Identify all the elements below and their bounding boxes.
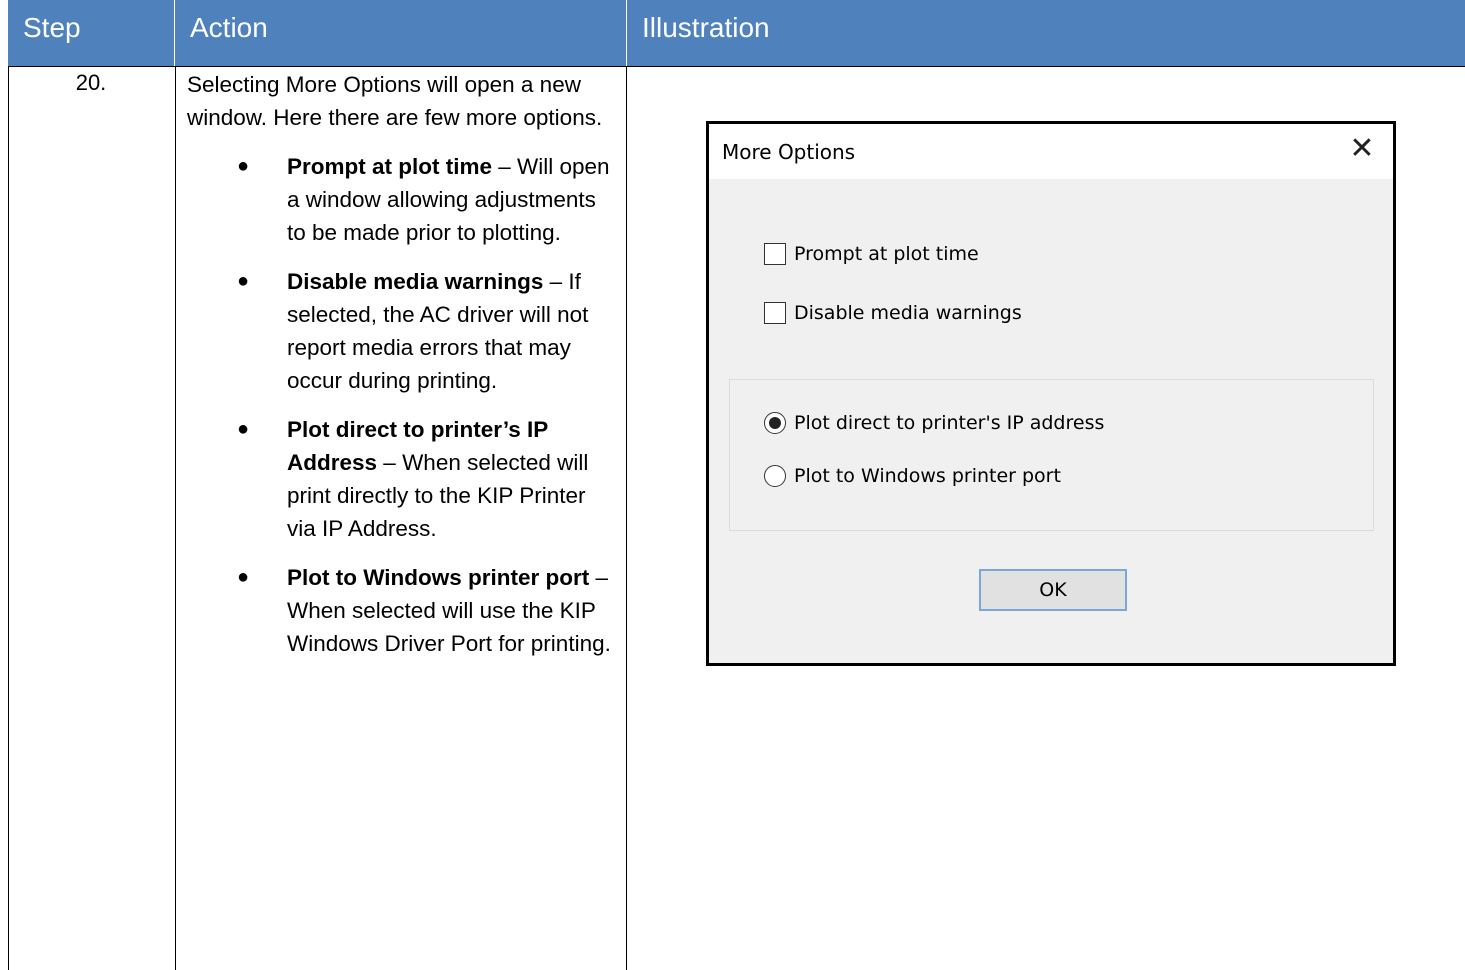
close-icon[interactable]: ✕ xyxy=(1349,134,1375,164)
prompt-checkbox-label: Prompt at plot time xyxy=(794,243,979,265)
list-item: ● Plot direct to printer’s IP Address – … xyxy=(187,413,617,545)
bullet-icon: ● xyxy=(237,155,250,177)
prompt-checkbox[interactable] xyxy=(764,243,786,265)
media-warnings-checkbox[interactable] xyxy=(764,302,786,324)
list-item: ● Prompt at plot time – Will open a wind… xyxy=(187,150,617,249)
plot-windows-port-label: Plot to Windows printer port xyxy=(794,465,1061,487)
bullet-icon: ● xyxy=(237,418,250,440)
header-divider xyxy=(626,0,627,66)
plot-direct-ip-radio[interactable] xyxy=(764,412,786,434)
option-list: ● Prompt at plot time – Will open a wind… xyxy=(187,150,617,660)
table-border-left xyxy=(8,66,9,970)
dialog-title: More Options xyxy=(722,140,856,164)
list-item: ● Disable media warnings – If selected, … xyxy=(187,265,617,397)
table-divider-step xyxy=(175,66,176,970)
table-header: Step Action Illustration xyxy=(8,0,1465,66)
media-warnings-label: Disable media warnings xyxy=(794,302,1022,324)
header-action: Action xyxy=(190,12,268,43)
list-item: ● Plot to Windows printer port – When se… xyxy=(187,561,617,660)
table-divider-action xyxy=(626,66,627,970)
disable-media-warnings-option[interactable]: Disable media warnings xyxy=(764,301,1022,325)
dialog-title-bar: More Options ✕ xyxy=(709,124,1393,179)
step-number: 20. xyxy=(75,70,107,95)
plot-direct-ip-option[interactable]: Plot direct to printer's IP address xyxy=(764,411,1104,435)
bullet-icon: ● xyxy=(237,270,250,292)
option-term: Disable media warnings xyxy=(287,269,544,294)
plot-mode-group xyxy=(729,379,1374,531)
action-cell: Selecting More Options will open a new w… xyxy=(187,68,617,676)
option-term: Plot to Windows printer port xyxy=(287,565,590,590)
plot-windows-port-option[interactable]: Plot to Windows printer port xyxy=(764,464,1061,488)
plot-direct-ip-label: Plot direct to printer's IP address xyxy=(794,412,1105,434)
header-divider xyxy=(174,0,175,66)
plot-windows-port-radio[interactable] xyxy=(764,465,786,487)
more-options-dialog: More Options ✕ Prompt at plot time Disab… xyxy=(706,121,1396,666)
header-step: Step xyxy=(23,12,81,43)
option-term: Prompt at plot time xyxy=(287,154,493,179)
table-header-rule xyxy=(8,66,1465,67)
bullet-icon: ● xyxy=(237,566,250,588)
action-intro: Selecting More Options will open a new w… xyxy=(187,72,603,130)
prompt-at-plot-time-option[interactable]: Prompt at plot time xyxy=(764,242,979,266)
header-illustration: Illustration xyxy=(642,12,770,43)
ok-button[interactable]: OK xyxy=(979,569,1127,611)
